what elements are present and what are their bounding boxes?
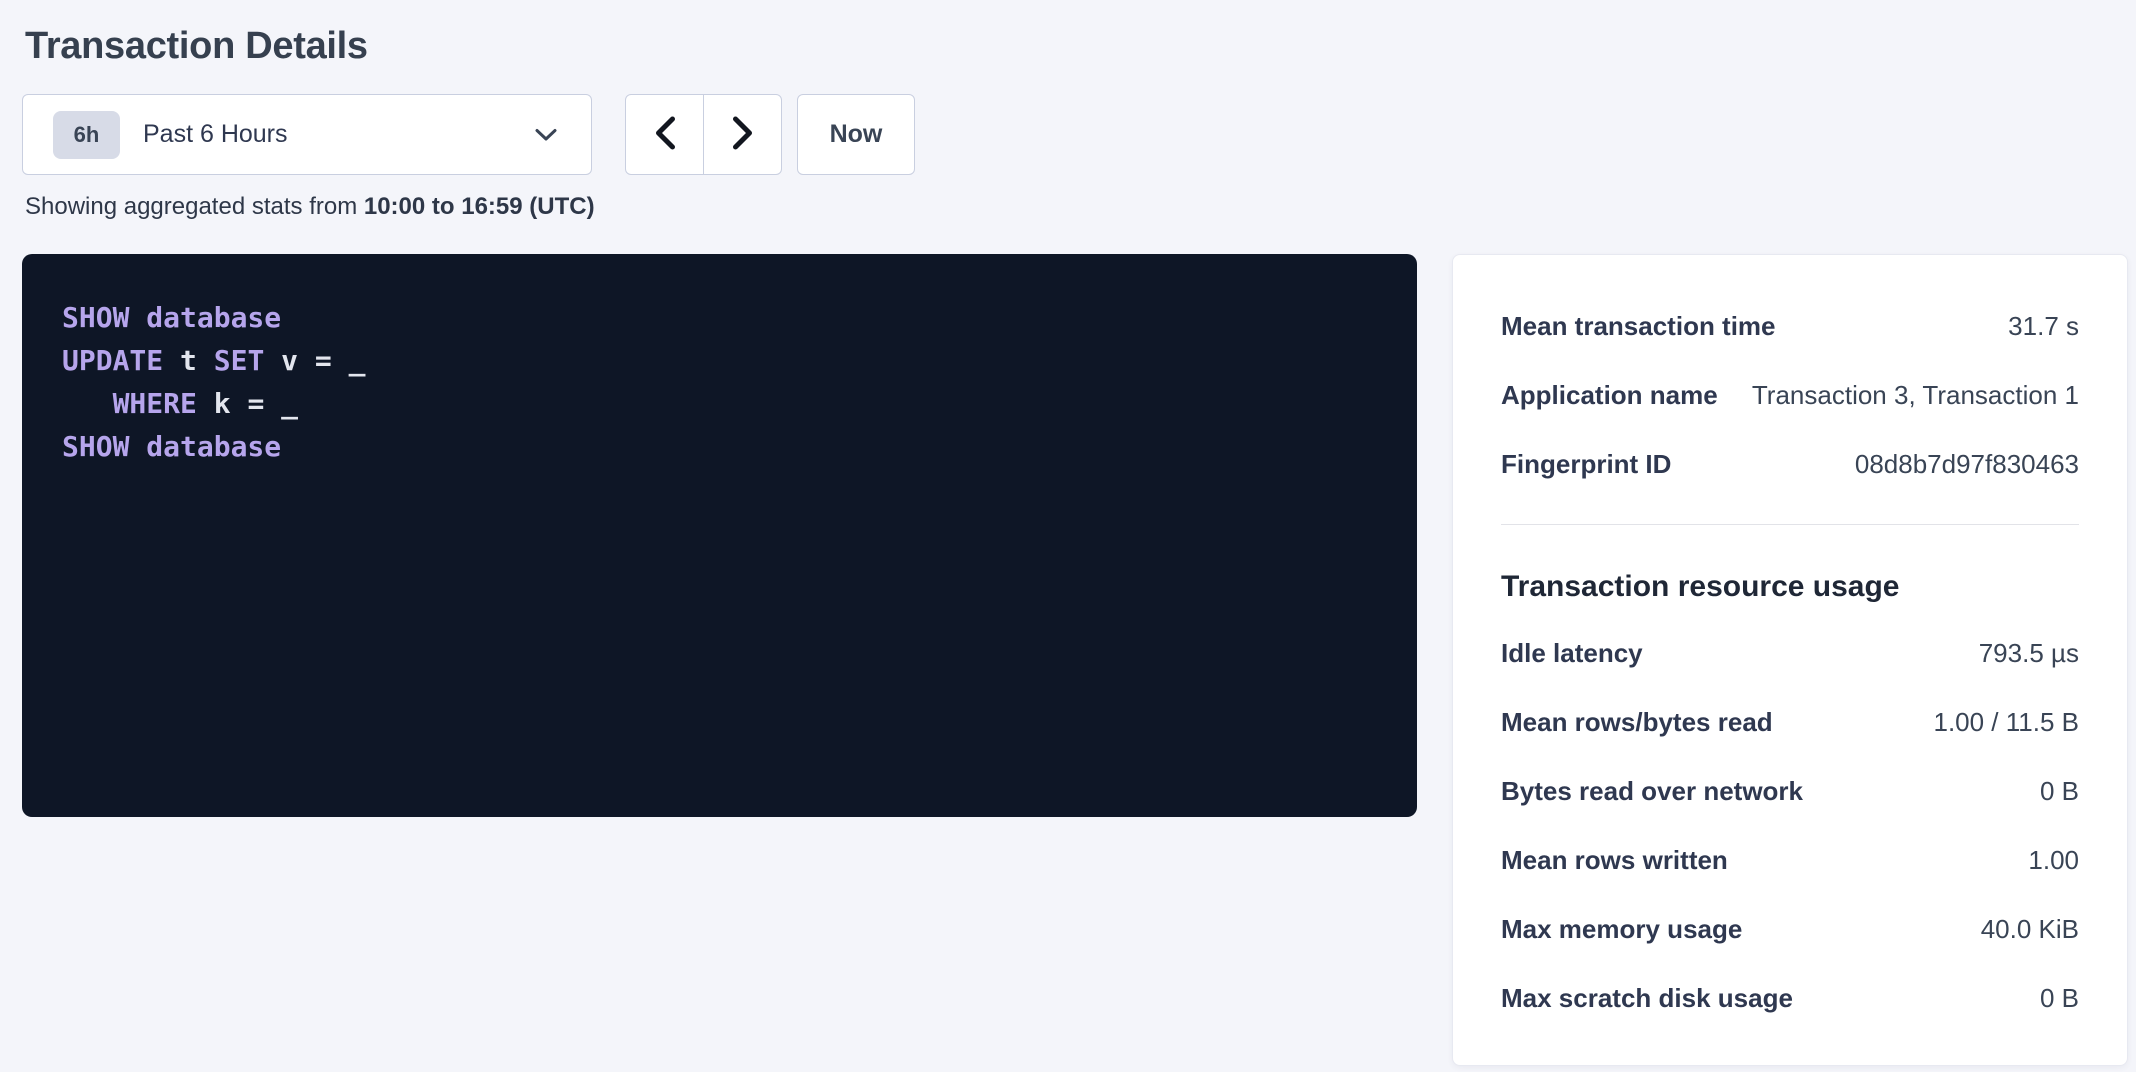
sql-statements-box: SHOW database UPDATE t SET v = _ WHERE k … [22,254,1417,817]
sql-line: WHERE k = _ [62,382,1377,425]
stat-label: Bytes read over network [1501,776,1803,807]
stat-label: Fingerprint ID [1501,449,1671,480]
sql-token-keyword: SHOW database [62,301,281,334]
resource-usage-rows: Idle latency 793.5 µs Mean rows/bytes read… [1501,619,2079,1033]
chevron-right-icon [732,116,754,153]
stat-label: Mean rows written [1501,845,1728,876]
sql-token-plain [62,387,113,420]
stat-value: 0 B [2040,983,2079,1014]
aggregation-range: 10:00 to 16:59 (UTC) [364,193,595,220]
stat-value: 0 B [2040,776,2079,807]
sql-token-keyword: WHERE [113,387,197,420]
prev-range-button[interactable] [625,94,704,175]
stat-row: Max scratch disk usage 0 B [1501,964,2079,1033]
sql-line: UPDATE t SET v = _ [62,339,1377,382]
aggregation-summary-prefix: Showing aggregated stats from [25,193,364,220]
chevron-down-icon [535,128,557,142]
stat-row: Idle latency 793.5 µs [1501,619,2079,688]
stat-row: Mean rows written 1.00 [1501,826,2079,895]
stat-row: Mean transaction time 31.7 s [1501,292,2079,361]
sql-token-plain: k = _ [197,387,298,420]
stat-value: 31.7 s [2008,311,2079,342]
sql-token-keyword: SET [214,344,265,377]
time-range-label: Past 6 Hours [143,120,288,149]
transaction-summary-rows: Mean transaction time 31.7 s Application n… [1501,292,2079,499]
time-range-badge: 6h [53,111,120,159]
sql-token-plain: t [163,344,214,377]
stat-row: Application name Transaction 3, Transacti… [1501,361,2079,430]
card-divider [1501,524,2079,525]
page-title: Transaction Details [25,22,2128,70]
time-nav-group [625,94,782,175]
sql-token-keyword: UPDATE [62,344,163,377]
aggregation-summary: Showing aggregated stats from 10:00 to 1… [25,192,2128,222]
sql-line: SHOW database [62,425,1377,468]
main-content: SHOW database UPDATE t SET v = _ WHERE k … [22,254,2128,1066]
time-range-dropdown[interactable]: 6h Past 6 Hours [22,94,592,175]
stat-value: 40.0 KiB [1981,914,2079,945]
stat-row: Max memory usage 40.0 KiB [1501,895,2079,964]
stat-label: Application name [1501,380,1718,411]
stat-label: Max scratch disk usage [1501,983,1793,1014]
stat-value: Transaction 3, Transaction 1 [1752,380,2079,411]
now-button[interactable]: Now [797,94,915,175]
transaction-details-page: Transaction Details 6h Past 6 Hours Now … [0,0,2136,1066]
stat-value: 793.5 µs [1979,638,2079,669]
stat-value: 1.00 [2028,845,2079,876]
chevron-left-icon [654,116,676,153]
sql-token-keyword: SHOW database [62,430,281,463]
stat-row: Fingerprint ID 08d8b7d97f830463 [1501,430,2079,499]
next-range-button[interactable] [703,94,782,175]
stat-label: Mean rows/bytes read [1501,707,1773,738]
stat-row: Bytes read over network 0 B [1501,757,2079,826]
sql-token-plain: v = _ [264,344,365,377]
stat-label: Max memory usage [1501,914,1742,945]
stat-value: 08d8b7d97f830463 [1855,449,2079,480]
stat-label: Idle latency [1501,638,1643,669]
stat-value: 1.00 / 11.5 B [1933,707,2079,738]
sql-line: SHOW database [62,296,1377,339]
time-controls: 6h Past 6 Hours Now [22,94,2128,175]
stat-label: Mean transaction time [1501,311,1776,342]
resource-usage-heading: Transaction resource usage [1501,567,2079,607]
transaction-stats-card: Mean transaction time 31.7 s Application n… [1452,254,2128,1066]
stat-row: Mean rows/bytes read 1.00 / 11.5 B [1501,688,2079,757]
